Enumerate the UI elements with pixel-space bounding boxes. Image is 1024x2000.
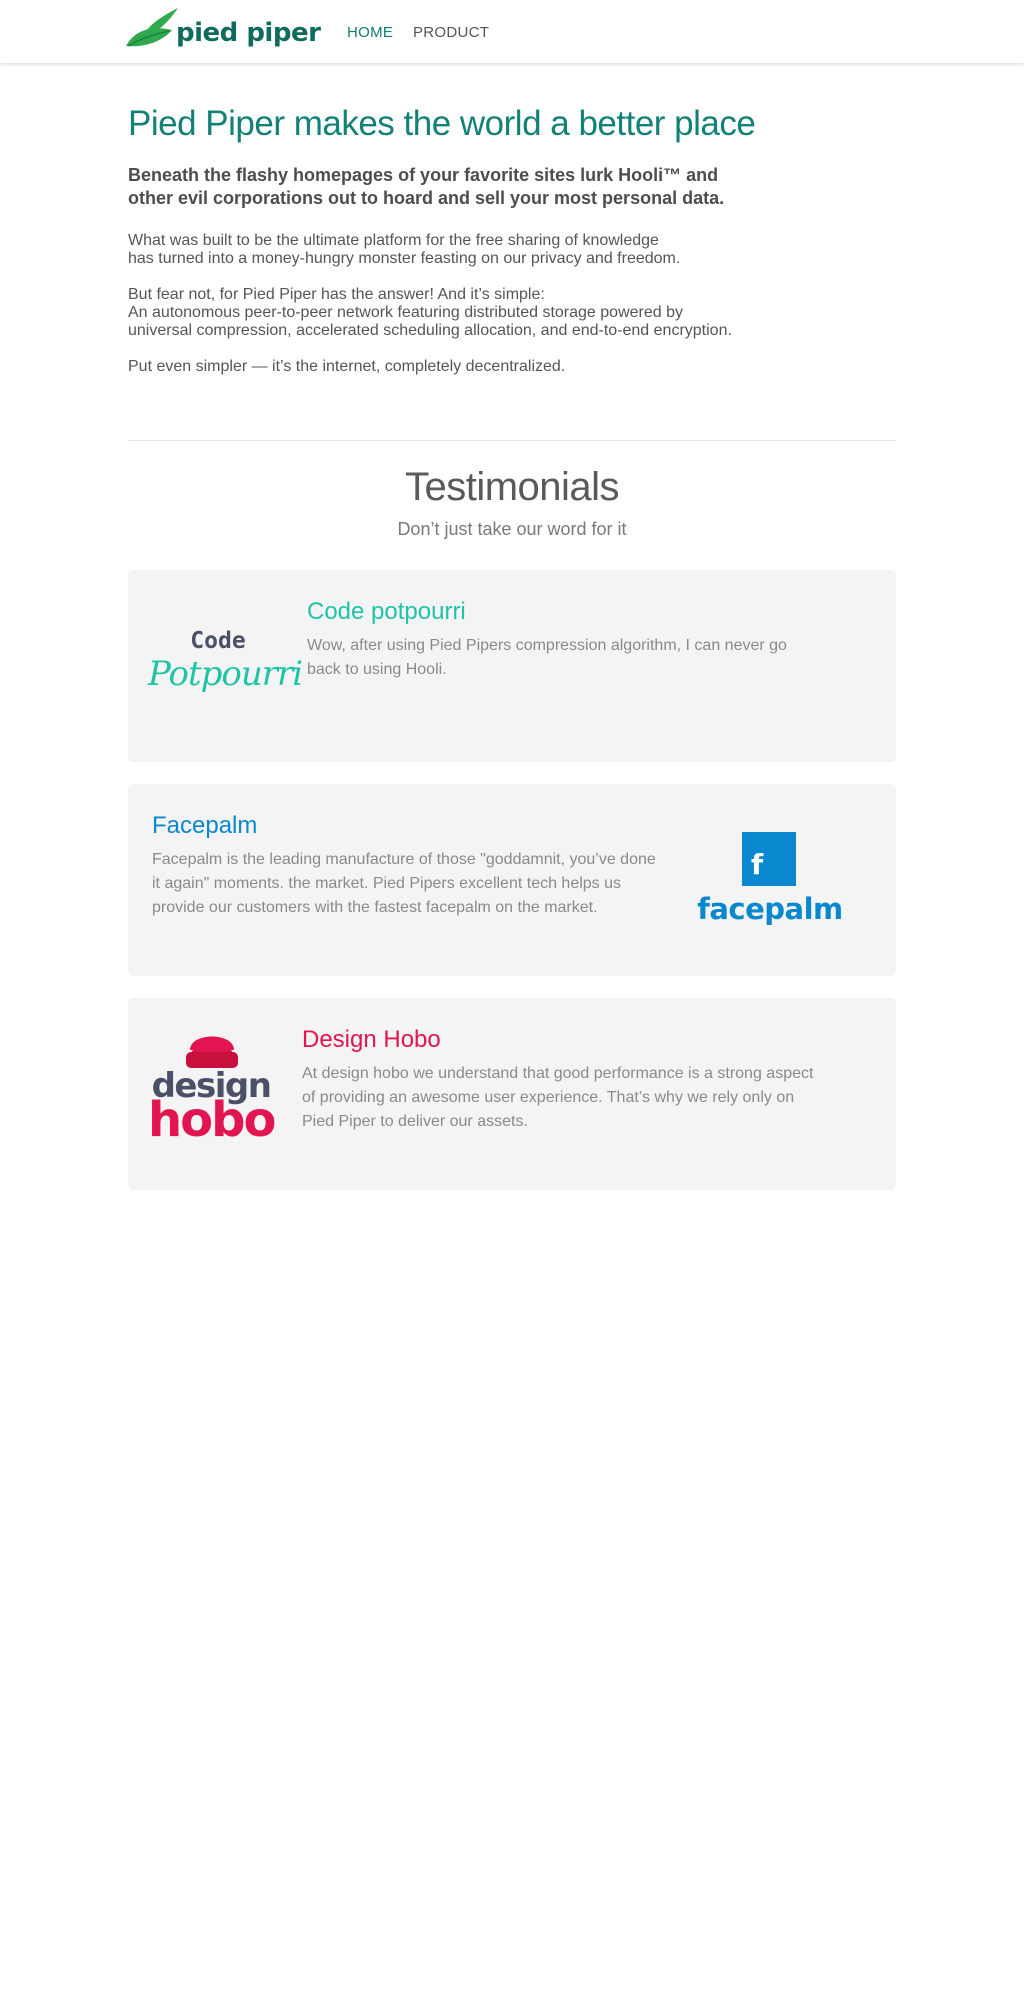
testimonial-name: Code potpourri [307,598,466,625]
testimonial-name: Design Hobo [302,1026,441,1053]
page-title: Pied Piper makes the world a better plac… [128,104,756,143]
logo-text: pied piper [176,18,321,48]
nav-home-link[interactable]: HOME [347,24,393,41]
design-hobo-logo: design hobo [148,1028,288,1158]
intro-paragraph-2-line-1: But fear not, for Pied Piper has the ans… [128,286,545,303]
code-potpourri-logo-bottom: Potpourri [148,654,303,694]
leaf-icon [126,8,178,47]
intro-paragraph-2-line-2: An autonomous peer-to-peer network featu… [128,304,683,321]
intro-paragraph-3: Put even simpler — it’s the internet, co… [128,358,768,376]
intro-paragraph-2: But fear not, for Pied Piper has the ans… [128,286,768,340]
facepalm-f-icon: f [742,832,796,886]
testimonial-card-code-potpourri: Code Potpourri Code potpourri Wow, after… [128,570,896,762]
testimonial-quote: At design hobo we understand that good p… [302,1065,814,1130]
code-potpourri-logo-top: Code [190,628,246,654]
intro-paragraph-1-line-1: What was built to be the ultimate platfo… [128,232,659,249]
intro-paragraph-3-line-1: Put even simpler — it’s the internet, co… [128,358,566,375]
section-divider [128,440,896,441]
intro-paragraph-1: What was built to be the ultimate platfo… [128,232,768,268]
beanie-hat-icon [186,1036,238,1068]
testimonials-heading: Testimonials [404,465,620,509]
testimonial-name: Facepalm [152,812,258,839]
facepalm-logo-letter: f [751,848,764,881]
intro-paragraph-2-line-3: universal compression, accelerated sched… [128,322,732,339]
hero-subtitle: Beneath the flashy homepages of your fav… [128,165,725,208]
testimonial-card-facepalm: Facepalm Facepalm is the leading manufac… [128,784,896,976]
code-potpourri-logo: Code Potpourri [148,628,303,698]
top-navigation-bar: pied piper HOME PRODUCT [0,0,1024,63]
intro-paragraph-1-line-2: has turned into a money-hungry monster f… [128,250,681,267]
facepalm-logo: f facepalm [693,832,843,932]
testimonial-quote: Wow, after using Pied Pipers compression… [307,637,787,678]
nav-product-link[interactable]: PRODUCT [413,24,489,41]
pied-piper-logo[interactable]: pied piper [124,6,321,52]
facepalm-logo-word: facepalm [697,892,843,926]
testimonials-subheading: Don’t just take our word for it [397,519,627,539]
design-hobo-logo-bottom: hobo [148,1092,276,1148]
testimonial-quote: Facepalm is the leading manufacture of t… [152,851,656,916]
testimonial-card-design-hobo: design hobo Design Hobo At design hobo w… [128,998,896,1190]
